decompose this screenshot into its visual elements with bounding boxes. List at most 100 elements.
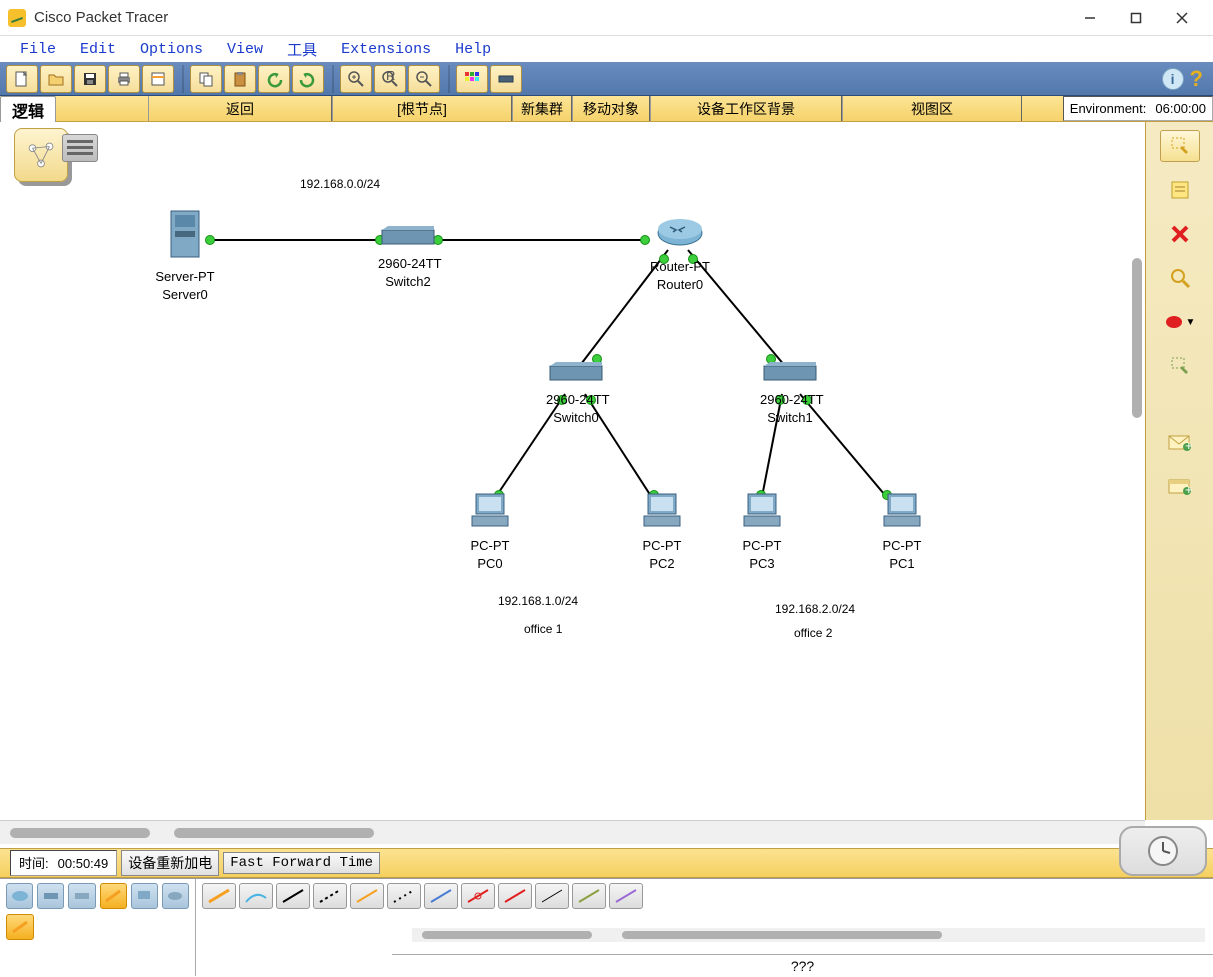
vertical-scrollbar[interactable] xyxy=(1129,258,1145,638)
fast-forward-button[interactable]: Fast Forward Time xyxy=(223,852,380,874)
menu-help[interactable]: Help xyxy=(445,39,501,60)
connection-scroll[interactable] xyxy=(412,928,1205,942)
workspace-bg-button[interactable]: 设备工作区背景 xyxy=(650,96,842,121)
cat-routers[interactable] xyxy=(6,883,33,909)
device-router0[interactable]: Router-PT Router0 xyxy=(650,217,710,294)
device-pc1[interactable]: PC-PT PC1 xyxy=(872,490,932,573)
environment-box[interactable]: Environment: 06:00:00 xyxy=(1063,96,1213,121)
office2-label: office 2 xyxy=(794,626,832,640)
zoom-out-button[interactable] xyxy=(408,65,440,93)
conn-iot[interactable] xyxy=(572,883,606,909)
conn-serial-dce[interactable] xyxy=(461,883,495,909)
zoom-reset-button[interactable]: R xyxy=(374,65,406,93)
palette-button[interactable] xyxy=(456,65,488,93)
new-cluster-button[interactable]: 新集群 xyxy=(512,96,572,121)
device-description: ??? xyxy=(392,954,1213,976)
conn-serial-dte[interactable] xyxy=(498,883,532,909)
time-display: 时间: 00:50:49 xyxy=(10,850,117,876)
subnet-label-2: 192.168.2.0/24 xyxy=(775,602,855,616)
menu-file[interactable]: File xyxy=(10,39,66,60)
device-panel: ??? xyxy=(0,878,1213,976)
cat-wan[interactable] xyxy=(162,883,189,909)
physical-view-icon[interactable] xyxy=(62,134,98,162)
subnet-label-0: 192.168.0.0/24 xyxy=(300,177,380,191)
conn-octal[interactable] xyxy=(535,883,569,909)
menu-tools[interactable]: 工具 xyxy=(277,37,327,62)
device-pc2[interactable]: PC-PT PC2 xyxy=(632,490,692,573)
logical-view-icon[interactable] xyxy=(14,128,68,182)
new-file-button[interactable] xyxy=(6,65,38,93)
note-tool[interactable] xyxy=(1160,174,1200,206)
add-complex-pdu[interactable]: + xyxy=(1160,470,1200,502)
cat-end-devices[interactable] xyxy=(131,883,158,909)
conn-auto[interactable] xyxy=(202,883,236,909)
draw-tool[interactable]: ▼ xyxy=(1160,306,1200,338)
maximize-button[interactable] xyxy=(1113,3,1159,33)
menu-view[interactable]: View xyxy=(217,39,273,60)
logic-toolbar: 逻辑 返回 [根节点] 新集群 移动对象 设备工作区背景 视图区 Environ… xyxy=(0,96,1213,122)
undo-button[interactable] xyxy=(258,65,290,93)
conn-coax[interactable] xyxy=(424,883,458,909)
minimize-button[interactable] xyxy=(1067,3,1113,33)
conn-fiber[interactable] xyxy=(350,883,384,909)
device-category-picker xyxy=(0,879,196,976)
viewport-button[interactable]: 视图区 xyxy=(842,96,1022,121)
title-bar: Cisco Packet Tracer xyxy=(0,0,1213,36)
cat-connections[interactable] xyxy=(100,883,127,909)
menu-edit[interactable]: Edit xyxy=(70,39,126,60)
inspect-tool[interactable] xyxy=(1160,262,1200,294)
conn-usb[interactable] xyxy=(609,883,643,909)
menu-bar: File Edit Options View 工具 Extensions Hel… xyxy=(0,36,1213,62)
device-switch2[interactable]: 2960-24TT Switch2 xyxy=(378,224,438,291)
conn-crossover[interactable] xyxy=(313,883,347,909)
conn-phone[interactable] xyxy=(387,883,421,909)
logical-tab[interactable]: 逻辑 xyxy=(0,96,56,122)
back-button[interactable]: 返回 xyxy=(148,96,332,121)
horizontal-scrollbar[interactable] xyxy=(0,820,1145,844)
redo-button[interactable] xyxy=(292,65,324,93)
device-pc3[interactable]: PC-PT PC3 xyxy=(732,490,792,573)
conn-straight[interactable] xyxy=(276,883,310,909)
main-toolbar: R i ? xyxy=(0,62,1213,96)
wizard-button[interactable] xyxy=(142,65,174,93)
delete-tool[interactable] xyxy=(1160,218,1200,250)
conn-console[interactable] xyxy=(239,883,273,909)
custom-device-button[interactable] xyxy=(490,65,522,93)
app-icon xyxy=(8,9,26,27)
svg-text:+: + xyxy=(1185,482,1193,496)
canvas-area[interactable]: 192.168.0.0/24 192.168.1.0/24 192.168.2.… xyxy=(0,122,1145,820)
copy-button[interactable] xyxy=(190,65,222,93)
zoom-in-button[interactable] xyxy=(340,65,372,93)
menu-extensions[interactable]: Extensions xyxy=(331,39,441,60)
cat-hubs[interactable] xyxy=(68,883,95,909)
time-bar: 时间: 00:50:49 设备重新加电 Fast Forward Time 实时 xyxy=(0,848,1213,878)
device-server0[interactable]: Server-PT Server0 xyxy=(155,207,215,304)
paste-button[interactable] xyxy=(224,65,256,93)
menu-options[interactable]: Options xyxy=(130,39,213,60)
select-tool[interactable] xyxy=(1160,130,1200,162)
move-object-button[interactable]: 移动对象 xyxy=(572,96,650,121)
right-tool-palette: ▼ + + xyxy=(1145,122,1213,820)
resize-tool[interactable] xyxy=(1160,350,1200,382)
save-button[interactable] xyxy=(74,65,106,93)
device-pc0[interactable]: PC-PT PC0 xyxy=(460,490,520,573)
device-switch1[interactable]: 2960-24TT Switch1 xyxy=(760,360,820,427)
info-icon[interactable]: i xyxy=(1162,68,1184,90)
realtime-clock-badge[interactable] xyxy=(1119,826,1207,876)
cat-switches[interactable] xyxy=(37,883,64,909)
root-button[interactable]: [根节点] xyxy=(332,96,512,121)
env-time: 06:00:00 xyxy=(1155,101,1206,116)
window-title: Cisco Packet Tracer xyxy=(34,9,168,26)
svg-text:R: R xyxy=(386,70,395,83)
device-switch0[interactable]: 2960-24TT Switch0 xyxy=(546,360,606,427)
subcat-connections[interactable] xyxy=(6,914,34,940)
print-button[interactable] xyxy=(108,65,140,93)
close-button[interactable] xyxy=(1159,3,1205,33)
office1-label: office 1 xyxy=(524,622,562,636)
workspace: 192.168.0.0/24 192.168.1.0/24 192.168.2.… xyxy=(0,122,1213,844)
connection-types-row xyxy=(196,879,666,913)
help-icon[interactable]: ? xyxy=(1190,66,1203,92)
add-simple-pdu[interactable]: + xyxy=(1160,426,1200,458)
power-cycle-button[interactable]: 设备重新加电 xyxy=(121,850,219,876)
open-file-button[interactable] xyxy=(40,65,72,93)
